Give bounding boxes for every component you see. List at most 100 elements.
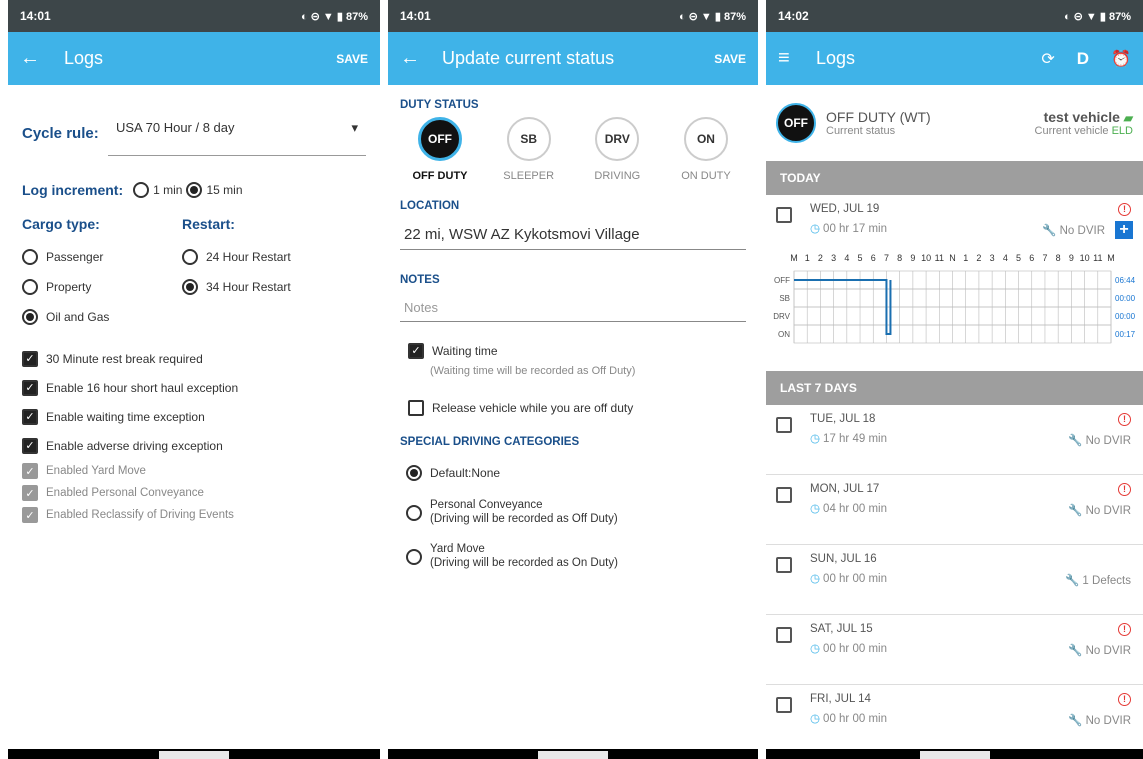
dvir-label: No DVIR [1085,435,1131,447]
exceptions-list: ✓ 30 Minute rest break required ✓ Enable 1… [22,344,366,526]
location-input[interactable]: 22 mi, WSW AZ Kykotsmovi Village [400,220,746,250]
eld-label: ELD [1111,125,1133,137]
current-status-sub: Current status [826,125,896,137]
vehicle-name: test vehicle [1043,109,1120,125]
restart-label: Restart: [182,216,235,232]
radio-icon [182,279,198,295]
app-bar: ← Logs SAVE [8,32,380,85]
day-log-row[interactable]: FRI, JUL 14 ◷ 00 hr 00 min! 🔧 No DVIR [766,685,1143,755]
row-label: OFF [774,276,790,285]
checkbox-label: Enable adverse driving exception [46,438,223,453]
yard-move-option[interactable]: Yard Move (Driving will be recorded as On… [400,540,746,574]
personal-conveyance-option[interactable]: Personal Conveyance (Driving will be reco… [400,496,746,530]
sync-icon[interactable]: ⟳ [1041,49,1054,69]
cargo-oil-gas-option[interactable]: Oil and Gas [22,302,182,332]
log-duration: 00 hr 00 min [823,713,887,725]
d-button[interactable]: D [1077,49,1089,69]
checkmark-icon: ✓ [22,408,38,425]
location-label: LOCATION [400,200,460,212]
today-log[interactable]: WED, JUL 19 ◷ 00 hr 17 min ! 🔧 No DVIR + M… [766,195,1143,371]
sleeper-circle: SB [506,117,551,161]
hour-tick-label: 4 [1003,253,1008,263]
checkbox-icon[interactable] [776,557,792,573]
radio-icon [406,549,422,565]
duty-off-option[interactable]: OFF OFF DUTY [400,117,480,182]
waiting-time-checkbox[interactable]: ✓ Enable waiting time exception [22,402,366,431]
row-label: SB [779,294,790,303]
nav-bar [766,749,1143,759]
hour-tick-label: 11 [1093,253,1102,263]
adverse-driving-checkbox[interactable]: ✓ Enable adverse driving exception [22,431,366,460]
day-log-row[interactable]: TUE, JUL 18 ◷ 17 hr 49 min! 🔧 No DVIR [766,405,1143,475]
status-bar: 14:01 ◐ ⊝ ▼ ▮ 87% [8,0,380,32]
rest-break-checkbox[interactable]: ✓ 30 Minute rest break required [22,344,366,373]
duty-sb-option[interactable]: SB SLEEPER [489,117,569,182]
log-increment-label: Log increment: [22,182,124,198]
log-increment-15min-radio[interactable] [186,182,203,198]
log-date: SUN, JUL 16 [810,553,877,565]
hour-tick-label: 1 [805,253,810,263]
checkbox-icon[interactable] [776,207,792,223]
restart-34-option[interactable]: 34 Hour Restart [182,272,342,302]
log-increment-1min-radio[interactable] [133,182,150,198]
dvir-label: No DVIR [1085,645,1131,657]
duty-drv-option[interactable]: DRV DRIVING [577,117,657,182]
radio-icon [22,279,38,295]
checkbox-label: Release vehicle while you are off duty [432,400,634,415]
duty-status-label: DUTY STATUS [400,99,479,111]
day-log-row[interactable]: SUN, JUL 16 ◷ 00 hr 00 min 🔧 1 Defects [766,545,1143,615]
short-haul-checkbox[interactable]: ✓ Enable 16 hour short haul exception [22,373,366,402]
cargo-passenger-option[interactable]: Passenger [22,242,182,272]
option-label: Default:None [430,466,501,480]
clock-icon: ◷ [810,433,821,445]
current-status-value: OFF DUTY (WT) [826,109,931,125]
home-pill[interactable] [538,751,608,759]
notes-input[interactable]: Notes [400,294,746,322]
waiting-time-checkbox[interactable]: ✓ Waiting time [400,336,746,365]
checkmark-icon: ✓ [22,507,38,523]
radio-icon [22,309,38,325]
back-arrow-icon[interactable]: ← [20,47,56,70]
back-arrow-icon[interactable]: ← [400,47,424,70]
restart-24-option[interactable]: 24 Hour Restart [182,242,342,272]
dvir-status: 🔧 No DVIR [1068,433,1131,447]
checkbox-icon[interactable] [776,697,792,713]
status-time: 14:01 [20,9,51,23]
checkbox-icon[interactable] [776,627,792,643]
alarm-icon[interactable]: ⏰ [1111,49,1131,69]
cycle-rule-dropdown[interactable]: USA 70 Hour / 8 day ▾ [108,120,366,156]
yard-move-checkbox: ✓ Enabled Yard Move [22,460,366,482]
day-log-row[interactable]: MON, JUL 17 ◷ 04 hr 00 min! 🔧 No DVIR [766,475,1143,545]
hour-tick-label: 9 [1069,253,1074,263]
eld-signal-icon: ▰ [1123,111,1133,125]
row-total: 00:00 [1115,294,1136,303]
row-label: ON [778,330,790,339]
log-date: FRI, JUL 14 [810,693,871,705]
dropdown-arrow-icon: ▾ [351,120,358,135]
save-button[interactable]: SAVE [336,52,368,66]
release-vehicle-checkbox[interactable]: Release vehicle while you are off duty [400,393,746,422]
dvir-status: 🔧 No DVIR [1068,503,1131,517]
dvir-status: 🔧 No DVIR [1042,223,1105,237]
dvir-label: No DVIR [1059,225,1105,237]
duty-on-option[interactable]: ON ON DUTY [666,117,746,182]
checkbox-icon[interactable] [776,417,792,433]
special-default-option[interactable]: Default:None [400,458,746,488]
checkbox-icon[interactable] [776,487,792,503]
option-sublabel: (Driving will be recorded as On Duty) [430,557,618,569]
add-dvir-button[interactable]: + [1115,221,1133,239]
log-increment-row: Log increment: 1 min 15 min [22,182,366,198]
log-date: WED, JUL 19 [810,203,880,215]
hour-tick-label: 8 [897,253,902,263]
home-pill[interactable] [159,751,229,759]
cargo-type-group: Cargo type: Passenger Property Oil and G… [22,216,182,332]
on-duty-circle: ON [683,117,728,161]
cargo-property-option[interactable]: Property [22,272,182,302]
radio-icon [182,249,198,265]
home-pill[interactable] [919,751,990,759]
save-button[interactable]: SAVE [714,52,746,66]
menu-icon[interactable]: ≡ [778,47,808,70]
day-log-row[interactable]: SAT, JUL 15 ◷ 00 hr 00 min! 🔧 No DVIR [766,615,1143,685]
current-status-card[interactable]: OFF OFF DUTY (WT) Current status test ve… [766,85,1143,161]
dvir-status: 🔧 No DVIR [1068,643,1131,657]
